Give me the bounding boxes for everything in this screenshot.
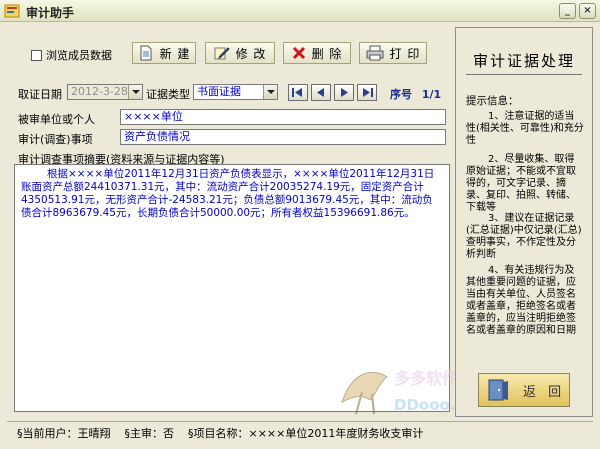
title-bar: 审计助手 _ × — [0, 0, 600, 22]
chevron-down-icon[interactable] — [263, 85, 277, 99]
minimize-button[interactable]: _ — [559, 3, 576, 19]
audit-matter-label: 审计(调查)事项 — [18, 133, 93, 146]
new-doc-icon — [140, 45, 152, 61]
status-project-name: §项目名称：××××单位2011年度财务收支审计 — [188, 426, 424, 440]
exit-door-icon — [488, 379, 508, 401]
window-title: 审计助手 — [26, 6, 75, 20]
status-bar: §当前用户：王晴翔 §主审：否 §项目名称：××××单位2011年度财务收支审计 — [7, 421, 593, 443]
tips-heading: 提示信息： — [466, 95, 519, 107]
edit-button[interactable]: 修 改 — [205, 42, 275, 64]
edit-icon — [214, 47, 230, 60]
browse-members-checkbox-row[interactable]: 浏览成员数据 — [31, 47, 112, 63]
last-record-button[interactable] — [357, 84, 377, 101]
last-arrow-icon — [363, 88, 373, 97]
close-button[interactable]: × — [579, 3, 596, 19]
first-record-button[interactable] — [288, 84, 308, 101]
delete-button-label: 删 除 — [311, 46, 343, 61]
next-arrow-icon — [341, 88, 348, 97]
print-button-label: 打 印 — [389, 46, 421, 61]
panel-title: 审计证据处理 — [472, 52, 575, 70]
prev-arrow-icon — [317, 88, 324, 97]
tip-item: 1、注意证据的适当性(相关性、可靠性)和充分性 — [466, 111, 584, 146]
return-button[interactable]: 返 回 — [478, 373, 570, 407]
sequence-label: 序号 — [390, 88, 412, 101]
sequence-value: 1/1 — [421, 88, 442, 101]
next-record-button[interactable] — [334, 84, 354, 101]
tip-item: 4、有关违规行为及其他重要问题的证据，应当由有关单位、人员签名或者盖章，拒绝签名… — [466, 265, 576, 336]
evidence-type-value: 书面证据 — [197, 85, 241, 98]
tip-item: 3、建议在证据记录(汇总证据)中仅记录(汇总)查明事实，不作定性及分析判断 — [466, 213, 582, 260]
tip-item: 2、尽量收集、取得原始证据；不能或不宜取得的，可文字记录、摘录、复印、拍照、转储… — [466, 154, 576, 213]
new-button[interactable]: 新 建 — [132, 42, 196, 64]
date-field[interactable]: 2012-3-28 — [67, 84, 143, 100]
date-dropdown-icon[interactable] — [128, 85, 142, 99]
delete-button[interactable]: 删 除 — [283, 42, 351, 64]
first-arrow-icon — [292, 88, 302, 97]
date-label: 取证日期 — [18, 88, 62, 101]
prev-record-button[interactable] — [311, 84, 331, 101]
return-button-label: 返 回 — [523, 384, 566, 400]
audited-unit-label: 被审单位或个人 — [18, 113, 95, 126]
browse-members-label: 浏览成员数据 — [46, 49, 112, 62]
sequence-indicator: 序号 1/1 — [390, 86, 441, 102]
date-value: 2012-3-28 — [71, 85, 128, 98]
delete-x-icon — [292, 46, 305, 60]
new-button-label: 新 建 — [159, 46, 191, 61]
browse-members-checkbox[interactable] — [31, 49, 42, 61]
panel-divider — [466, 74, 582, 75]
app-icon — [4, 3, 20, 19]
evidence-type-select[interactable]: 书面证据 — [193, 84, 278, 100]
audited-unit-field[interactable]: ××××单位 — [120, 109, 446, 125]
printer-icon — [366, 45, 384, 61]
print-button[interactable]: 打 印 — [359, 42, 427, 64]
evidence-processing-panel: 审计证据处理 提示信息： 1、注意证据的适当性(相关性、可靠性)和充分性 2、尽… — [455, 27, 593, 417]
main-form: 浏览成员数据 新 建 修 改 删 除 打 印 取证日期 2012-3-28 证据… — [7, 27, 490, 417]
audit-matter-field[interactable]: 资产负债情况 — [120, 129, 446, 145]
evidence-type-label: 证据类型 — [146, 88, 190, 101]
edit-button-label: 修 改 — [235, 46, 267, 61]
status-lead-auditor: §主审：否 — [124, 426, 175, 440]
status-current-user: §当前用户：王晴翔 — [17, 426, 111, 440]
